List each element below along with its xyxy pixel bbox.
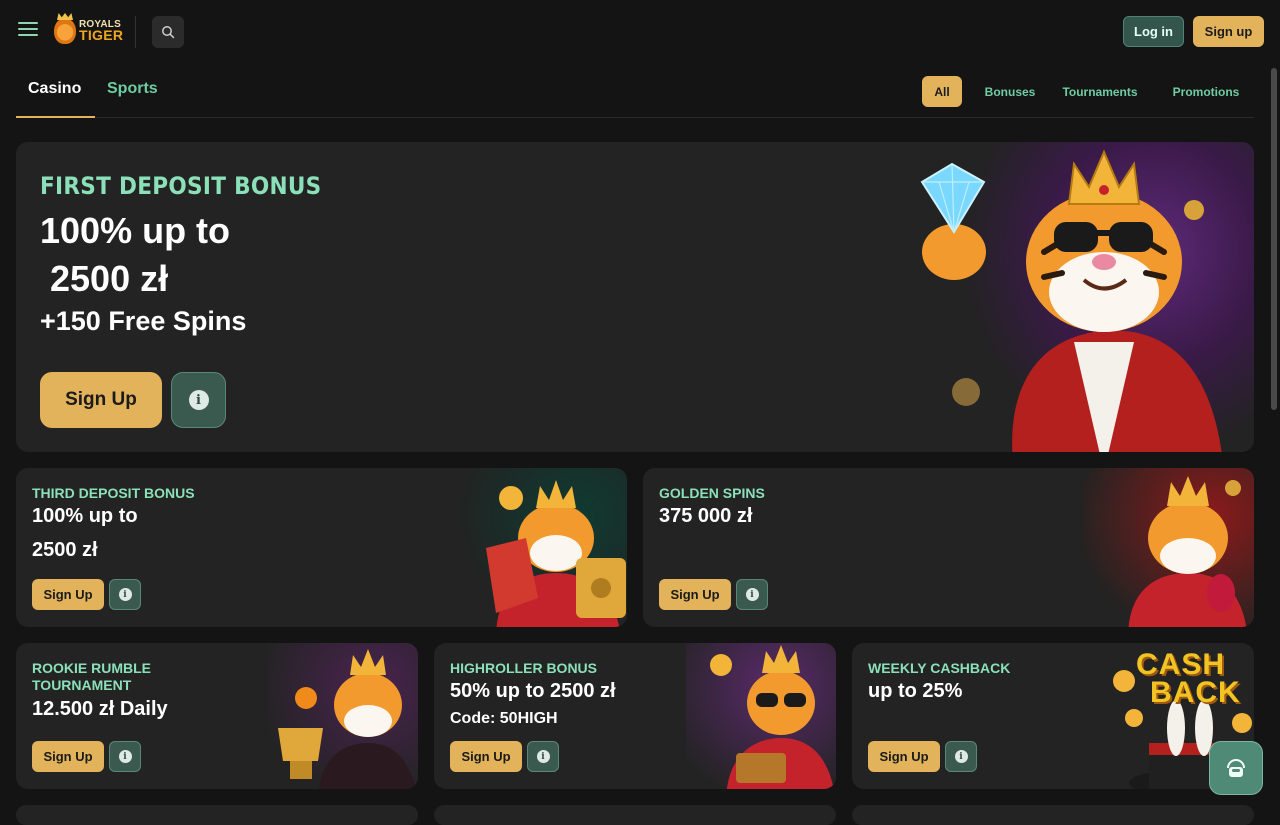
tiger-egg-illustration [1083,468,1254,627]
search-button[interactable] [152,16,184,48]
menu-icon[interactable] [18,22,38,42]
hero-line3: +150 Free Spins [40,306,247,336]
signup-button[interactable]: Sign Up [868,741,940,772]
search-icon [162,26,175,39]
info-icon: i [954,750,968,763]
tiger-trophy-illustration [268,643,418,789]
card-title: WEEKLY CASHBACK [868,660,1011,676]
tiger-icon [920,149,1222,452]
tiger-treasure-illustration [686,643,836,789]
signup-button[interactable]: Sign Up [659,579,731,610]
filter-bonuses[interactable]: Bonuses [972,76,1048,107]
promo-card-highroller: HIGHROLLER BONUS 50% up to 2500 zł Code:… [434,643,836,789]
category-tabs: Casino Sports All Bonuses Tournaments Pr… [16,64,1254,118]
card-line1: 50% up to 2500 zł [450,680,616,702]
tab-sports[interactable]: Sports [107,80,158,98]
signup-button[interactable]: Sign Up [32,579,104,610]
promo-card-golden-spins: GOLDEN SPINS 375 000 zł Sign Up i [643,468,1254,627]
promo-card-partial [852,805,1254,825]
hero-promo-card: FIRST DEPOSIT BONUS 100% up to 2500 zł +… [16,142,1254,452]
signup-button[interactable]: Sign Up [32,741,104,772]
info-button[interactable]: i [527,741,559,772]
info-icon: i [745,588,759,601]
active-tab-underline [16,116,95,118]
info-icon: i [188,390,209,410]
card-promo-code: Code: 50HIGH [450,710,558,727]
card-line1: 100% up to [32,505,138,527]
login-button[interactable]: Log in [1123,16,1184,47]
card-line1: up to 25% [868,680,963,702]
tab-casino[interactable]: Casino [28,80,81,98]
support-agent-icon [1227,759,1245,777]
info-button[interactable]: i [945,741,977,772]
info-button[interactable]: i [109,579,141,610]
promo-card-partial [434,805,836,825]
hero-signup-button[interactable]: Sign Up [40,372,162,428]
signup-button[interactable]: Sign up [1193,16,1264,47]
card-title: THIRD DEPOSIT BONUS [32,485,195,501]
cashback-art-line2: BACK [1150,676,1241,709]
info-icon: i [118,750,132,763]
support-chat-button[interactable] [1209,741,1263,795]
card-title-line2: TOURNAMENT [32,677,132,693]
card-title: ROOKIE RUMBLE TOURNAMENT [32,660,151,694]
tiger-money-illustration [456,468,627,627]
promo-card-weekly-cashback: WEEKLY CASHBACK up to 25% Sign Up i CASH… [852,643,1254,789]
tiger-king-illustration [894,142,1254,452]
card-title: GOLDEN SPINS [659,485,765,501]
hero-line2: 2500 zł [40,258,169,299]
filter-tournaments[interactable]: Tournaments [1054,76,1146,107]
logo-text-line2: TIGER [79,27,124,44]
card-line2: 2500 zł [32,539,98,561]
cashback-art-line1: CASH [1136,648,1226,681]
card-line1: 375 000 zł [659,505,753,527]
card-title: HIGHROLLER BONUS [450,660,597,676]
logo[interactable]: ROYALS TIGER [54,14,124,48]
card-title-line1: ROOKIE RUMBLE [32,660,151,676]
hero-info-button[interactable]: i [171,372,226,428]
hero-title: FIRST DEPOSIT BONUS [40,172,322,200]
promo-card-third-deposit: THIRD DEPOSIT BONUS 100% up to 2500 zł S… [16,468,627,627]
info-button[interactable]: i [736,579,768,610]
top-bar: ROYALS TIGER Log in Sign up [0,0,1280,64]
filter-promotions[interactable]: Promotions [1162,76,1250,107]
hero-line1: 100% up to [40,210,231,251]
filter-all[interactable]: All [922,76,962,107]
tiger-logo-icon [54,18,76,44]
scrollbar[interactable] [1271,68,1277,410]
card-line1: 12.500 zł Daily [32,698,168,720]
info-icon: i [118,588,132,601]
info-icon: i [536,750,550,763]
promo-card-rookie-rumble: ROOKIE RUMBLE TOURNAMENT 12.500 zł Daily… [16,643,418,789]
signup-button[interactable]: Sign Up [450,741,522,772]
header-divider [135,16,136,48]
promo-card-partial [16,805,418,825]
info-button[interactable]: i [109,741,141,772]
